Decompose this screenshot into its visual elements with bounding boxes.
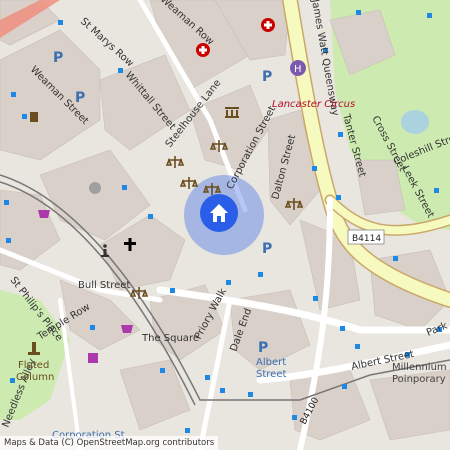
parking-icon[interactable]: P	[262, 241, 272, 257]
place-label: Fluted	[18, 360, 49, 371]
map-view[interactable]: St Marys Row Weaman Row Weaman Street Wh…	[0, 0, 450, 450]
home-location-icon[interactable]	[199, 193, 239, 233]
pond	[401, 110, 429, 134]
shop-icon[interactable]	[38, 210, 50, 218]
place-label: Albert	[256, 357, 286, 368]
parking-icon[interactable]: P	[258, 340, 268, 356]
map-attribution[interactable]: Maps & Data (C) OpenStreetMap.org contri…	[0, 436, 219, 450]
road-ref-b4114: B4114	[347, 229, 385, 245]
hospital-icon[interactable]	[196, 43, 210, 57]
parking-icon[interactable]: P	[53, 50, 63, 66]
shop-icon[interactable]	[121, 325, 133, 333]
poi-icon[interactable]	[89, 182, 101, 194]
place-label: Lancaster Circus	[272, 99, 355, 110]
place-label: Street	[256, 369, 286, 380]
place-label: Millennium	[392, 362, 447, 373]
place-label: Column	[16, 372, 54, 383]
svg-text:B4114: B4114	[352, 234, 381, 244]
tram-stop-icon[interactable]	[30, 112, 38, 122]
bus-station-icon[interactable]: H	[290, 60, 306, 76]
parking-icon[interactable]: P	[75, 90, 85, 106]
svg-text:H: H	[294, 64, 302, 75]
hospital-icon[interactable]	[261, 18, 275, 32]
street-label: Bull Street	[78, 280, 130, 291]
museum-icon[interactable]	[225, 107, 239, 118]
place-label: Poinporary	[392, 374, 446, 385]
street-label: The Square	[141, 333, 199, 344]
shop-icon[interactable]	[88, 353, 98, 363]
parking-icon[interactable]: P	[262, 69, 272, 85]
